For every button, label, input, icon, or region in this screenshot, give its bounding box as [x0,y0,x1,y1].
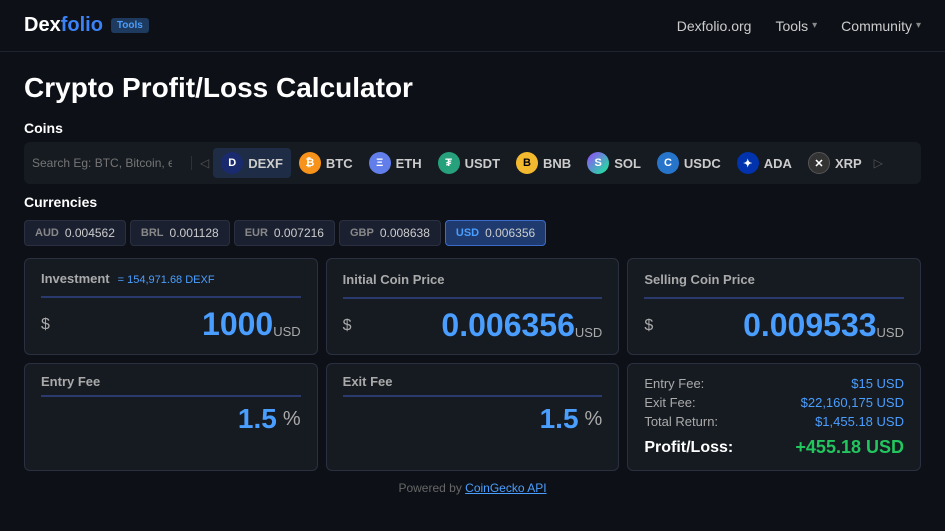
page-title: Crypto Profit/Loss Calculator [24,72,921,104]
initial-price-input[interactable] [358,307,575,344]
chevron-down-icon: ▾ [916,20,921,31]
currency-eur[interactable]: EUR 0.007216 [234,220,335,246]
navbar: Dexfolio Tools Dexfolio.org Tools ▾ Comm… [0,0,945,52]
results-card: Entry Fee: $15 USD Exit Fee: $22,160,175… [627,363,921,471]
btc-icon: ₿ [299,152,321,174]
dexf-icon: D [221,152,243,174]
navbar-left: Dexfolio Tools [24,14,149,37]
initial-price-label: Initial Coin Price [343,272,445,287]
usdt-icon: ₮ [438,152,460,174]
result-entry-fee-value: $15 USD [851,376,904,391]
selling-price-unit: USD [877,325,904,344]
chevron-down-icon: ▾ [812,20,817,31]
selling-price-label: Selling Coin Price [644,272,755,287]
currency-gbp[interactable]: GBP 0.008638 [339,220,441,246]
result-total-return-row: Total Return: $1,455.18 USD [644,414,904,429]
selling-price-input[interactable] [659,307,876,344]
exit-fee-percent: % [585,408,603,435]
coins-row: ◁ D DEXF ₿ BTC Ξ ETH ₮ USDT B BNB S SOL … [24,142,921,184]
footer: Powered by CoinGecko API [24,471,921,505]
coin-item-sol[interactable]: S SOL [579,148,649,178]
coin-search-input[interactable] [32,156,172,170]
entry-fee-card: Entry Fee % [24,363,318,471]
nav-dexfolio-link[interactable]: Dexfolio.org [677,18,752,34]
exit-fee-card: Exit Fee % [326,363,620,471]
result-exit-fee-row: Exit Fee: $22,160,175 USD [644,395,904,410]
initial-price-dollar-sign: $ [343,317,352,335]
currencies-label: Currencies [24,194,921,210]
nav-community-link[interactable]: Community ▾ [841,18,921,34]
coin-item-btc[interactable]: ₿ BTC [291,148,361,178]
entry-fee-input[interactable] [41,403,277,435]
profit-loss-value: +455.18 USD [795,437,904,458]
currency-usd[interactable]: USD 0.006356 [445,220,546,246]
navbar-right: Dexfolio.org Tools ▾ Community ▾ [677,18,921,34]
coin-item-ada[interactable]: ✦ ADA [729,148,800,178]
investment-unit: USD [273,324,300,343]
selling-price-dollar-sign: $ [644,317,653,335]
profit-loss-label: Profit/Loss: [644,439,733,457]
coin-item-usdt[interactable]: ₮ USDT [430,148,508,178]
initial-price-input-row: $ USD [343,297,603,344]
investment-dollar-sign: $ [41,316,50,334]
investment-input-row: $ USD [41,296,301,343]
result-exit-fee-value: $22,160,175 USD [801,395,904,410]
investment-equiv: = 154,971.68 DEXF [118,274,215,286]
logo: Dexfolio [24,14,103,37]
result-exit-fee-label: Exit Fee: [644,395,695,410]
coin-search-wrapper [32,156,192,170]
exit-fee-input-row: % [343,395,603,435]
investment-card: Investment = 154,971.68 DEXF $ USD [24,258,318,355]
profit-loss-row: Profit/Loss: +455.18 USD [644,437,904,458]
coins-next-arrow[interactable]: ▷ [870,156,887,170]
coins-label: Coins [24,120,921,136]
exit-fee-label: Exit Fee [343,374,603,389]
coin-item-dexf[interactable]: D DEXF [213,148,291,178]
coin-item-xrp[interactable]: ✕ XRP [800,148,870,178]
bnb-icon: B [516,152,538,174]
usdc-icon: C [657,152,679,174]
footer-text: Powered by [398,481,465,495]
nav-tools-link[interactable]: Tools ▾ [775,18,817,34]
entry-fee-percent: % [283,408,301,435]
investment-input[interactable] [56,306,273,343]
coingecko-link[interactable]: CoinGecko API [465,481,546,495]
exit-fee-input[interactable] [343,403,579,435]
result-entry-fee-row: Entry Fee: $15 USD [644,376,904,391]
eth-icon: Ξ [369,152,391,174]
calculator-grid: Investment = 154,971.68 DEXF $ USD Initi… [24,258,921,355]
result-total-return-label: Total Return: [644,414,718,429]
currency-aud[interactable]: AUD 0.004562 [24,220,126,246]
result-entry-fee-label: Entry Fee: [644,376,704,391]
selling-price-input-row: $ USD [644,297,904,344]
initial-price-unit: USD [575,325,602,344]
currency-brl[interactable]: BRL 0.001128 [130,220,230,246]
coin-item-bnb[interactable]: B BNB [508,148,579,178]
coins-prev-arrow[interactable]: ◁ [196,156,213,170]
tools-badge: Tools [111,18,149,33]
currencies-row: AUD 0.004562 BRL 0.001128 EUR 0.007216 G… [24,220,921,246]
sol-icon: S [587,152,609,174]
coin-item-usdc[interactable]: C USDC [649,148,729,178]
coin-item-eth[interactable]: Ξ ETH [361,148,430,178]
ada-icon: ✦ [737,152,759,174]
investment-label: Investment [41,271,110,286]
main-content: Crypto Profit/Loss Calculator Coins ◁ D … [0,52,945,515]
entry-fee-label: Entry Fee [41,374,301,389]
xrp-icon: ✕ [808,152,830,174]
initial-price-card: Initial Coin Price $ USD [326,258,620,355]
selling-price-card: Selling Coin Price $ USD [627,258,921,355]
entry-fee-input-row: % [41,395,301,435]
result-total-return-value: $1,455.18 USD [815,414,904,429]
calculator-bottom-grid: Entry Fee % Exit Fee % Entry Fee: $15 US… [24,363,921,471]
